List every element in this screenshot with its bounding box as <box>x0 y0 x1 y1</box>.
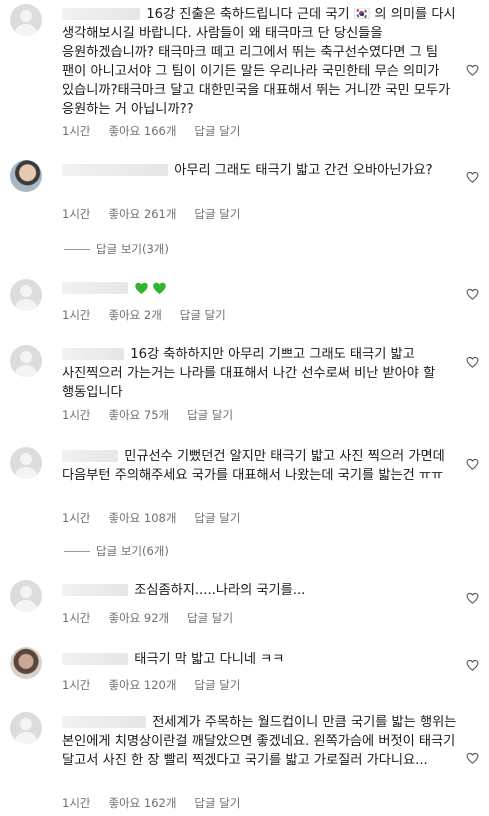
avatar[interactable] <box>10 712 42 744</box>
likes-count[interactable]: 좋아요 2개 <box>108 307 161 323</box>
like-heart-icon[interactable] <box>466 458 479 470</box>
comment-meta: 1시간 좋아요 108개 답글 달기 <box>62 510 240 526</box>
view-replies[interactable]: 답글 보기(3개) <box>64 241 169 257</box>
username-redacted[interactable] <box>62 8 140 20</box>
comment-meta: 1시간 좋아요 2개 답글 달기 <box>62 307 226 323</box>
like-heart-icon[interactable] <box>466 64 479 76</box>
likes-count[interactable]: 좋아요 108개 <box>108 510 176 526</box>
like-heart-icon[interactable] <box>466 171 479 183</box>
timestamp: 1시간 <box>62 408 91 422</box>
username-redacted[interactable] <box>62 348 124 360</box>
reply-button[interactable]: 답글 달기 <box>187 610 233 626</box>
username-redacted[interactable] <box>62 164 168 176</box>
likes-count[interactable]: 좋아요 120개 <box>108 677 176 693</box>
green-heart-icon <box>153 282 166 294</box>
reply-button[interactable]: 답글 달기 <box>187 407 233 423</box>
comment-text: 태극기 막 밟고 다니네 ㅋㅋ <box>62 650 458 669</box>
likes-count[interactable]: 좋아요 261개 <box>108 206 176 222</box>
comment-text <box>62 279 458 298</box>
like-heart-icon[interactable] <box>466 356 479 368</box>
comment-meta: 1시간 좋아요 162개 답글 달기 <box>62 795 240 811</box>
timestamp: 1시간 <box>62 678 91 692</box>
comment-text: 전세계가 주목하는 월드컵이니 만큼 국기를 밟는 행위는 본인에게 치명상이란… <box>62 715 457 768</box>
avatar[interactable] <box>10 345 42 377</box>
like-heart-icon[interactable] <box>466 288 479 300</box>
timestamp: 1시간 <box>62 308 91 322</box>
like-heart-icon[interactable] <box>466 752 479 764</box>
avatar[interactable] <box>10 580 42 612</box>
reply-button[interactable]: 답글 달기 <box>194 677 240 693</box>
comment-meta: 1시간 좋아요 92개 답글 달기 <box>62 610 233 626</box>
view-replies-label[interactable]: 답글 보기(3개) <box>96 241 169 257</box>
likes-count[interactable]: 좋아요 92개 <box>108 610 169 626</box>
comment-text: 16강 진출은 축하드립니다 근데 국기 🇰🇷 의 의미를 다시 생각해보시길 … <box>62 7 456 117</box>
comment-text: 조심좀하지.....나라의 국기를... <box>62 581 458 600</box>
comment-meta: 1시간 좋아요 120개 답글 달기 <box>62 677 240 693</box>
avatar[interactable] <box>10 447 42 479</box>
reply-button[interactable]: 답글 달기 <box>194 795 240 811</box>
username-redacted[interactable] <box>62 716 146 728</box>
reply-button[interactable]: 답글 달기 <box>194 123 240 139</box>
like-heart-icon[interactable] <box>466 592 479 604</box>
comment-text: 민규선수 기뻤던건 알지만 태극기 밟고 사진 찍으러 가면데 다음부턴 주의해… <box>62 449 445 483</box>
timestamp: 1시간 <box>62 124 91 138</box>
timestamp: 1시간 <box>62 796 91 810</box>
likes-count[interactable]: 좋아요 166개 <box>108 123 176 139</box>
comment-meta: 1시간 좋아요 166개 답글 달기 <box>62 123 240 139</box>
username-redacted[interactable] <box>62 584 128 596</box>
username-redacted[interactable] <box>62 450 118 462</box>
divider-line <box>64 550 90 552</box>
avatar[interactable] <box>10 279 42 311</box>
username-redacted[interactable] <box>62 282 128 294</box>
comment-text: 아무리 그래도 태극기 밟고 간건 오바아닌가요? <box>62 161 458 180</box>
green-heart-icon <box>135 282 148 294</box>
username-redacted[interactable] <box>62 653 128 665</box>
likes-count[interactable]: 좋아요 162개 <box>108 795 176 811</box>
comment-meta: 1시간 좋아요 75개 답글 달기 <box>62 407 233 423</box>
comment-text: 16강 축하하지만 아무리 기쁘고 그래도 태극기 밟고 사진찍으러 가는거는 … <box>62 347 436 400</box>
timestamp: 1시간 <box>62 207 91 221</box>
timestamp: 1시간 <box>62 511 91 525</box>
timestamp: 1시간 <box>62 611 91 625</box>
likes-count[interactable]: 좋아요 75개 <box>108 407 169 423</box>
view-replies[interactable]: 답글 보기(6개) <box>64 543 169 559</box>
reply-button[interactable]: 답글 달기 <box>194 206 240 222</box>
avatar[interactable] <box>10 160 42 192</box>
reply-button[interactable]: 답글 달기 <box>180 307 226 323</box>
like-heart-icon[interactable] <box>466 659 479 671</box>
view-replies-label[interactable]: 답글 보기(6개) <box>96 543 169 559</box>
divider-line <box>64 248 90 250</box>
avatar[interactable] <box>10 647 42 679</box>
comment-meta: 1시간 좋아요 261개 답글 달기 <box>62 206 240 222</box>
reply-button[interactable]: 답글 달기 <box>194 510 240 526</box>
green-hearts-emoji <box>134 281 167 295</box>
avatar[interactable] <box>10 4 42 36</box>
